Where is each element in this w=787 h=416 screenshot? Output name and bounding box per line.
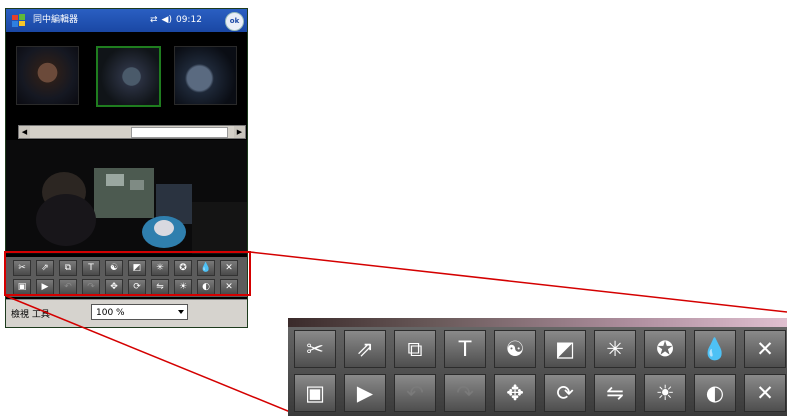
delete-icon-large[interactable]: ✕ xyxy=(744,374,786,412)
star-badge-icon-large[interactable]: ✪ xyxy=(644,330,686,368)
status-area: ⇄ ◀) 09:12 xyxy=(150,14,202,26)
scroll-thumb[interactable] xyxy=(131,127,228,138)
view-tools-label[interactable]: 檢視 工具 xyxy=(11,307,50,320)
video-frame xyxy=(6,140,247,254)
export-icon-large[interactable]: ⇗ xyxy=(344,330,386,368)
video-preview[interactable] xyxy=(6,140,247,254)
edit-toolbar-magnified: ✂ ⇗ ⧉ T ☯ ◩ ✳ ✪ 💧 ✕ ▣ ▶ ↶ ↷ ✥ ⟳ ⇋ ☀ ◐ ✕ xyxy=(288,318,787,416)
timeline-scrollbar[interactable]: ◀ ▶ xyxy=(18,125,246,139)
speaker-icon[interactable]: ◀) xyxy=(162,14,172,26)
flip-icon-large[interactable]: ⇋ xyxy=(594,374,636,412)
brightness-icon-large[interactable]: ☀ xyxy=(644,374,686,412)
clip-thumbnail[interactable] xyxy=(174,46,237,105)
windows-start-icon[interactable] xyxy=(11,13,27,29)
play-clip-icon-large[interactable]: ▶ xyxy=(344,374,386,412)
clip-thumbnail-strip xyxy=(6,32,247,124)
rotate-left-icon-large[interactable]: ↶ xyxy=(394,374,436,412)
close-icon-large[interactable]: ✕ xyxy=(744,330,786,368)
frame-capture-icon-large[interactable]: ▣ xyxy=(294,374,336,412)
rotate-free-icon-large[interactable]: ⟳ xyxy=(544,374,586,412)
bottom-bar: 檢視 工具 100 % xyxy=(6,299,247,327)
sync-arrows-icon[interactable]: ⇄ xyxy=(150,14,158,26)
ok-button[interactable]: ok xyxy=(225,12,244,31)
sparkle-icon-large[interactable]: ✳ xyxy=(594,330,636,368)
clip-thumbnail-selected[interactable] xyxy=(96,46,161,107)
zoom-select[interactable]: 100 % xyxy=(91,304,188,320)
contrast-icon-large[interactable]: ◐ xyxy=(694,374,736,412)
scroll-right-icon[interactable]: ▶ xyxy=(234,126,245,138)
text-icon-large[interactable]: T xyxy=(444,330,486,368)
zoom-value: 100 % xyxy=(96,308,125,318)
scroll-left-icon[interactable]: ◀ xyxy=(19,126,30,138)
chevron-down-icon xyxy=(178,310,184,314)
picture-in-picture-icon-large[interactable]: ◩ xyxy=(544,330,586,368)
title-bar: 同中編輯器 ⇄ ◀) 09:12 ok xyxy=(6,9,247,32)
callout-line-top xyxy=(249,251,787,313)
clip-thumbnail[interactable] xyxy=(16,46,79,105)
water-drop-icon-large[interactable]: 💧 xyxy=(694,330,736,368)
rotate-right-icon-large[interactable]: ↷ xyxy=(444,374,486,412)
color-effect-icon-large[interactable]: ☯ xyxy=(494,330,536,368)
app-title: 同中編輯器 xyxy=(33,15,79,25)
clock-time[interactable]: 09:12 xyxy=(176,14,202,26)
scissors-icon-large[interactable]: ✂ xyxy=(294,330,336,368)
transition-icon-large[interactable]: ⧉ xyxy=(394,330,436,368)
move-icon-large[interactable]: ✥ xyxy=(494,374,536,412)
callout-highlight-box xyxy=(4,251,251,296)
